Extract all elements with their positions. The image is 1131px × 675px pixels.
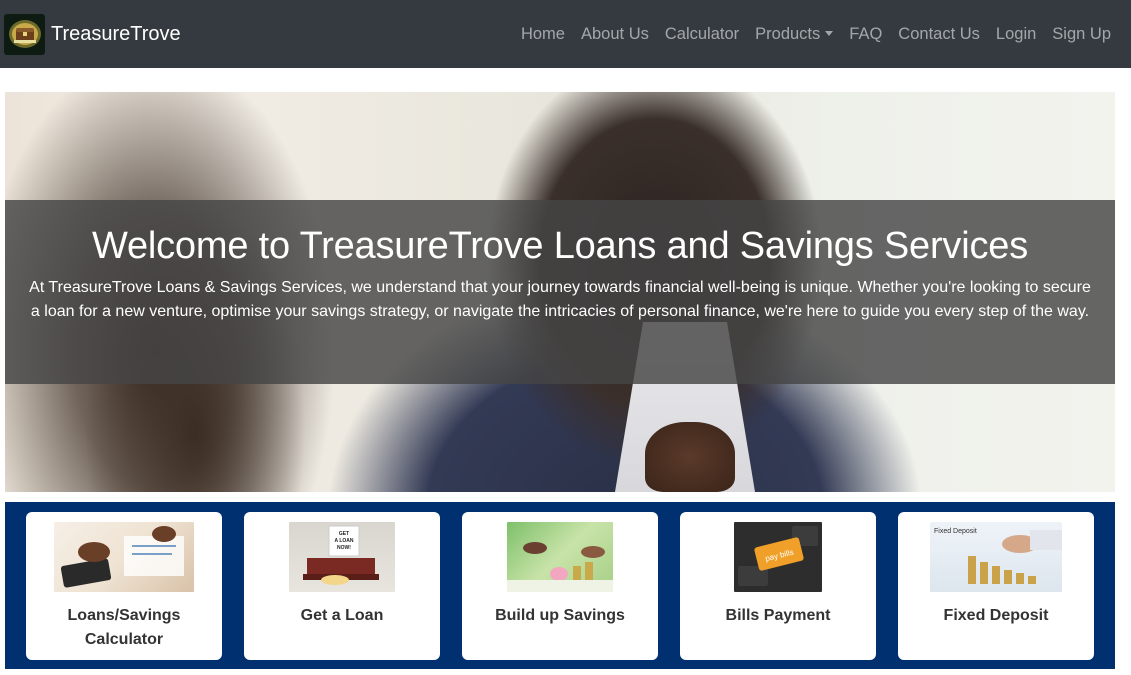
service-card-calculator[interactable]: Loans/Savings Calculator: [26, 512, 222, 660]
service-label-savings: Build up Savings: [495, 607, 625, 624]
hero-photo-hand: [645, 422, 735, 492]
nav-products-label: Products: [755, 24, 821, 43]
hero-description: At TreasureTrove Loans & Savings Service…: [29, 279, 1091, 320]
nav-contact-us-link[interactable]: Contact Us: [890, 25, 988, 44]
brand[interactable]: TreasureTrove: [4, 13, 181, 55]
service-label-calculator: Loans/Savings Calculator: [67, 607, 181, 648]
calculator-desk-photo-icon: [54, 522, 194, 592]
coin-stacks-photo-icon: Fixed Deposit: [930, 522, 1062, 592]
top-navbar: TreasureTrove Home About Us Calculator P…: [0, 0, 1131, 68]
nav-links: Home About Us Calculator Products FAQ Co…: [513, 25, 1119, 44]
service-label-fixed-deposit: Fixed Deposit: [943, 607, 1049, 624]
caret-down-icon: [825, 30, 834, 36]
service-card-savings[interactable]: Build up Savings: [462, 512, 658, 660]
brand-name: TreasureTrove: [51, 22, 181, 45]
svg-text:Fixed Deposit: Fixed Deposit: [934, 528, 977, 535]
svg-text:A LOAN: A LOAN: [335, 538, 354, 544]
treasure-chest-logo-icon: [4, 13, 45, 55]
service-card-fixed-deposit[interactable]: Fixed Deposit Fixed Deposit: [898, 512, 1094, 660]
service-card-get-loan[interactable]: GET A LOAN NOW! Get a Loan: [244, 512, 440, 660]
pay-bills-key-photo-icon: pay bills: [734, 522, 822, 592]
nav-home-link[interactable]: Home: [513, 25, 573, 44]
nav-login-link[interactable]: Login: [988, 25, 1044, 44]
service-label-bills: Bills Payment: [725, 607, 831, 624]
nav-about-us-link[interactable]: About Us: [573, 25, 657, 44]
service-label-get-loan: Get a Loan: [300, 607, 384, 624]
service-card-bills[interactable]: pay bills Bills Payment: [680, 512, 876, 660]
hero-title: Welcome to TreasureTrove Loans and Savin…: [91, 225, 1029, 267]
svg-text:GET: GET: [339, 531, 349, 537]
nav-products-dropdown[interactable]: Products: [747, 25, 841, 44]
svg-text:NOW!: NOW!: [337, 545, 351, 551]
hero-overlay: Welcome to TreasureTrove Loans and Savin…: [5, 200, 1115, 384]
get-a-loan-note-photo-icon: GET A LOAN NOW!: [289, 522, 395, 592]
piggy-bank-savings-photo-icon: [507, 522, 613, 592]
nav-sign-up-link[interactable]: Sign Up: [1044, 25, 1119, 44]
hero-banner: Welcome to TreasureTrove Loans and Savin…: [5, 92, 1115, 492]
nav-calculator-link[interactable]: Calculator: [657, 25, 747, 44]
services-band: Loans/Savings Calculator GET A LOAN NOW!…: [5, 502, 1115, 669]
nav-faq-link[interactable]: FAQ: [841, 25, 890, 44]
